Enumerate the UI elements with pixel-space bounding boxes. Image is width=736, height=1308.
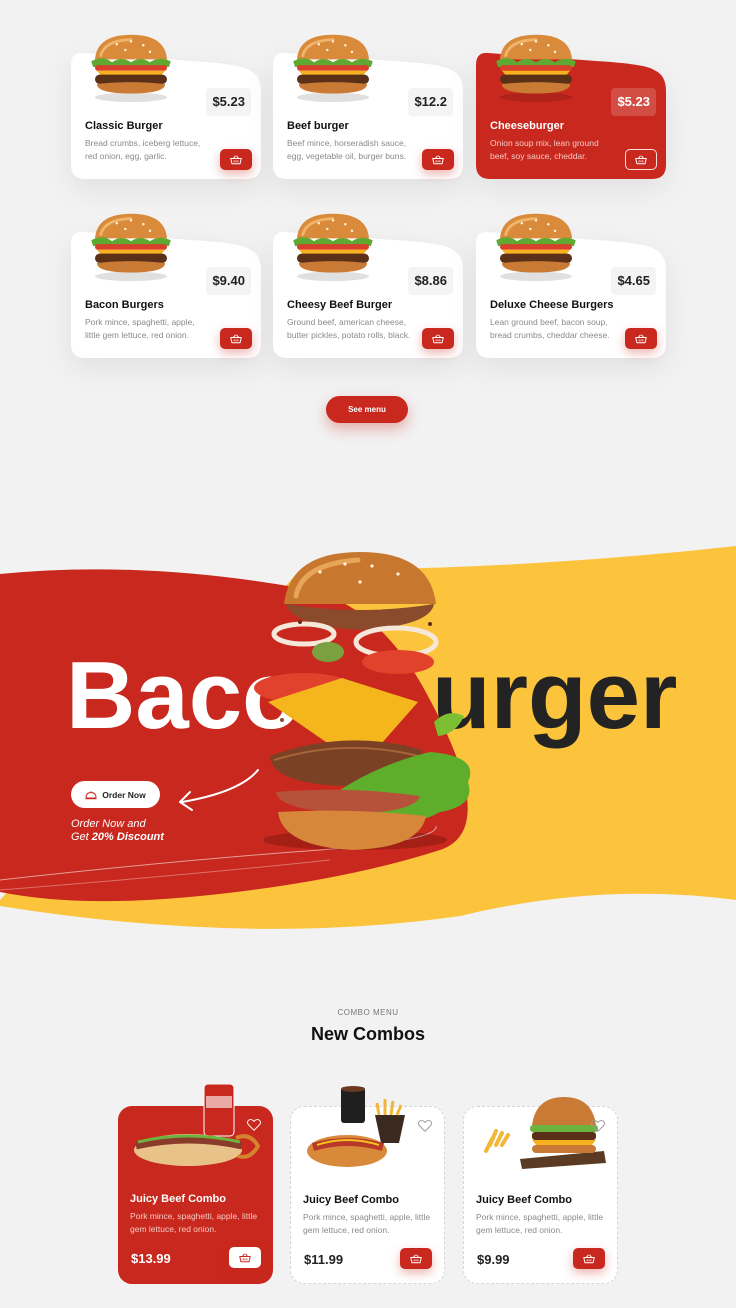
menu-item-price: $5.23 (611, 88, 656, 116)
cart-icon (432, 155, 444, 165)
combo-price: $9.99 (477, 1252, 510, 1267)
combo-desc: Pork mince, spaghetti, apple, little gem… (130, 1211, 258, 1234)
order-note-line1: Order Now and (71, 818, 146, 830)
order-now-label: Order Now (102, 789, 146, 800)
cart-icon (432, 334, 444, 344)
combo-price: $13.99 (131, 1251, 171, 1266)
combo-price: $11.99 (304, 1252, 344, 1267)
add-to-cart-button[interactable] (625, 149, 657, 170)
menu-item-price: $4.65 (611, 267, 656, 295)
menu-item-price: $9.40 (206, 267, 251, 295)
menu-item-desc: Bread crumbs, iceberg lettuce, red onion… (85, 138, 201, 161)
combo-desc: Pork mince, spaghetti, apple, little gem… (476, 1212, 604, 1235)
add-to-cart-button[interactable] (220, 149, 252, 170)
add-to-cart-button[interactable] (220, 328, 252, 349)
add-to-cart-button[interactable] (573, 1248, 605, 1269)
burger-image (83, 210, 179, 282)
see-menu-button[interactable]: See menu (326, 396, 408, 423)
order-discount-note: Order Now and Get 20% Discount (71, 818, 164, 844)
heart-icon[interactable] (591, 1119, 605, 1133)
burger-image (285, 31, 381, 103)
cart-icon (635, 334, 647, 344)
menu-item-desc: Onion soup mix, lean ground beef, soy sa… (490, 138, 599, 161)
cart-icon (230, 334, 242, 344)
menu-card[interactable]: $5.23 Classic Burger Bread crumbs, iceberg… (71, 51, 261, 179)
add-to-cart-button[interactable] (400, 1248, 432, 1269)
menu-item-name: Beef burger (287, 120, 349, 132)
menu-item-desc: Beef mince, horseradish sauce, egg, vege… (287, 138, 407, 161)
combo-image (134, 1084, 261, 1166)
combo-desc: Pork mince, spaghetti, apple, little gem… (303, 1212, 431, 1235)
combo-name: Juicy Beef Combo (130, 1193, 226, 1205)
combo-card[interactable]: Juicy Beef Combo Pork mince, spaghetti, a… (463, 1097, 618, 1284)
menu-item-name: Deluxe Cheese Burgers (490, 299, 614, 311)
menu-item-name: Classic Burger (85, 120, 163, 132)
cart-icon (239, 1253, 251, 1263)
cart-icon (230, 155, 242, 165)
order-now-button[interactable]: Order Now (71, 781, 160, 808)
burger-image (488, 210, 584, 282)
add-to-cart-button[interactable] (229, 1247, 261, 1268)
order-note-discount: 20% Discount (91, 831, 164, 843)
menu-item-name: Bacon Burgers (85, 299, 164, 311)
add-to-cart-button[interactable] (422, 328, 454, 349)
combo-card[interactable]: Juicy Beef Combo Pork mince, spaghetti, a… (290, 1086, 445, 1284)
menu-card[interactable]: $9.40 Bacon Burgers Pork mince, spaghetti,… (71, 230, 261, 358)
order-note-prefix: Get (71, 831, 92, 843)
menu-item-desc: Lean ground beef, bacon soup, bread crum… (490, 317, 610, 340)
menu-item-desc: Ground beef, american cheese, butter pic… (287, 317, 411, 340)
cart-icon (583, 1254, 595, 1264)
section-title: New Combos (310, 1024, 425, 1044)
combo-name: Juicy Beef Combo (303, 1194, 399, 1206)
menu-card[interactable]: $4.65 Deluxe Cheese Burgers Lean ground be… (476, 230, 666, 358)
section-tag: COMBO MENU (337, 1008, 399, 1017)
menu-item-price: $8.86 (408, 267, 453, 295)
menu-item-name: Cheesy Beef Burger (287, 299, 393, 311)
order-note-line2: Get 20% Discount (71, 831, 164, 844)
cart-icon (635, 155, 647, 165)
burger-image (285, 210, 381, 282)
menu-card[interactable]: $8.86 Cheesy Beef Burger Ground beef, amer… (273, 230, 463, 358)
combo-card[interactable]: Juicy Beef Combo Pork mince, spaghetti, a… (118, 1084, 273, 1284)
landing-page: $5.23 Classic Burger Bread crumbs, iceberg… (0, 0, 736, 1308)
combo-name: Juicy Beef Combo (476, 1194, 572, 1206)
heart-icon[interactable] (247, 1118, 261, 1132)
add-to-cart-button[interactable] (625, 328, 657, 349)
cart-icon (410, 1254, 422, 1264)
menu-item-price: $5.23 (206, 88, 251, 116)
heart-icon[interactable] (418, 1119, 432, 1133)
menu-card[interactable]: $12.2 Beef burger Beef mince, horseradish … (273, 51, 463, 179)
menu-item-price: $12.2 (408, 88, 453, 116)
menu-item-name: Cheeseburger (490, 120, 564, 132)
burger-image (488, 31, 584, 103)
add-to-cart-button[interactable] (422, 149, 454, 170)
hero-banner: Baco urger (0, 546, 736, 929)
burger-image (83, 31, 179, 103)
cloche-icon (85, 790, 97, 799)
hero-title-right: urger (432, 642, 677, 749)
menu-card[interactable]: $5.23 Cheeseburger Onion soup mix, lean gr… (476, 51, 666, 179)
menu-item-desc: Pork mince, spaghetti, apple, little gem… (85, 317, 195, 340)
